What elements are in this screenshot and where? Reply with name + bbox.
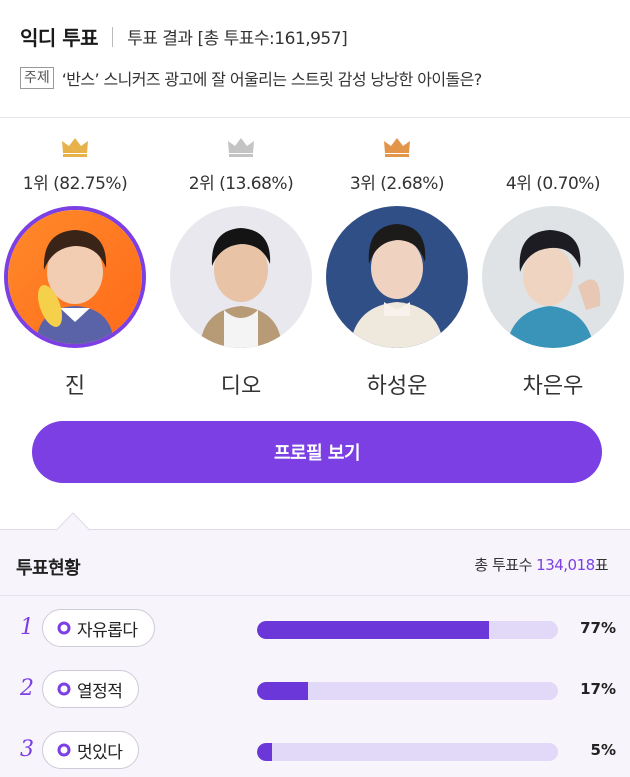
progress-bar xyxy=(257,743,558,761)
status-row: 2 열정적 17% xyxy=(0,664,630,714)
avatar[interactable] xyxy=(170,206,312,348)
section-pointer xyxy=(56,512,90,531)
silver-crown-icon xyxy=(228,138,254,157)
percent-value: 5% xyxy=(590,741,616,759)
profile-view-button[interactable]: 프로필 보기 xyxy=(32,421,602,483)
rank-item-1[interactable]: 1위 (82.75%) 진 xyxy=(0,130,150,400)
vote-header: 익디 투표 투표 결과 [총 투표수:161,957] 주제 ‘반스’ 스니커즈… xyxy=(0,0,630,118)
progress-fill xyxy=(257,621,489,639)
status-header: 투표현황 총 투표수 134,018표 xyxy=(0,530,630,596)
ring-icon xyxy=(57,743,71,757)
rank-label: 2위 (13.68%) xyxy=(188,174,294,194)
keyword-pill[interactable]: 열정적 xyxy=(42,670,140,708)
bronze-crown-icon xyxy=(384,138,410,157)
total-prefix: 총 투표수 xyxy=(474,556,532,574)
status-row: 3 멋있다 5% xyxy=(0,725,630,775)
crown-placeholder xyxy=(478,130,628,157)
row-rank: 2 xyxy=(20,676,34,701)
keyword-pill[interactable]: 자유롭다 xyxy=(42,609,155,647)
rank-item-3[interactable]: 3위 (2.68%) 하성운 xyxy=(322,130,472,400)
progress-bar xyxy=(257,621,558,639)
keyword-pill[interactable]: 멋있다 xyxy=(42,731,140,769)
avatar[interactable] xyxy=(482,206,624,348)
avatar[interactable] xyxy=(4,206,146,348)
progress-bar xyxy=(257,682,558,700)
ring-icon xyxy=(57,682,71,696)
total-value: 134,018 xyxy=(536,556,595,574)
keyword-label: 자유롭다 xyxy=(77,620,138,641)
percent-value: 17% xyxy=(580,680,616,698)
progress-fill xyxy=(257,743,273,761)
rank-label: 3위 (2.68%) xyxy=(349,174,445,194)
candidate-name: 차은우 xyxy=(522,374,584,399)
row-rank: 3 xyxy=(20,737,34,762)
gold-crown-icon xyxy=(62,138,88,157)
topic-text: ‘반스’ 스니커즈 광고에 잘 어울리는 스트릿 감성 낭낭한 아이돌은? xyxy=(61,70,482,89)
avatar[interactable] xyxy=(326,206,468,348)
topic-row: 주제 ‘반스’ 스니커즈 광고에 잘 어울리는 스트릿 감성 낭낭한 아이돌은? xyxy=(20,66,482,90)
ranking-list: 1위 (82.75%) 진 2위 (13.68%) 디오 3위 (2.68%) … xyxy=(0,130,630,400)
rank-label: 1위 (82.75%) xyxy=(22,174,128,194)
ring-icon xyxy=(57,621,71,635)
candidate-name: 디오 xyxy=(220,374,262,399)
row-rank: 1 xyxy=(20,615,34,640)
keyword-label: 열정적 xyxy=(77,681,123,702)
result-subtitle: 투표 결과 [총 투표수:161,957] xyxy=(127,29,348,49)
page-title: 익디 투표 xyxy=(20,26,99,50)
candidate-name: 진 xyxy=(64,374,86,399)
progress-fill xyxy=(257,682,309,700)
keyword-label: 멋있다 xyxy=(77,742,123,763)
status-row: 1 자유롭다 77% xyxy=(0,603,630,653)
topic-tag: 주제 xyxy=(20,67,54,89)
rank-label: 4위 (0.70%) xyxy=(505,174,601,194)
title-row: 익디 투표 투표 결과 [총 투표수:161,957] xyxy=(20,22,348,51)
rank-item-4[interactable]: 4위 (0.70%) 차은우 xyxy=(478,130,628,400)
status-title: 투표현황 xyxy=(16,558,81,579)
percent-value: 77% xyxy=(580,619,616,637)
total-suffix: 표 xyxy=(594,556,609,574)
rank-item-2[interactable]: 2위 (13.68%) 디오 xyxy=(166,130,316,400)
title-divider xyxy=(112,26,114,47)
candidate-name: 하성운 xyxy=(366,374,428,399)
status-total: 총 투표수 134,018표 xyxy=(474,554,608,575)
